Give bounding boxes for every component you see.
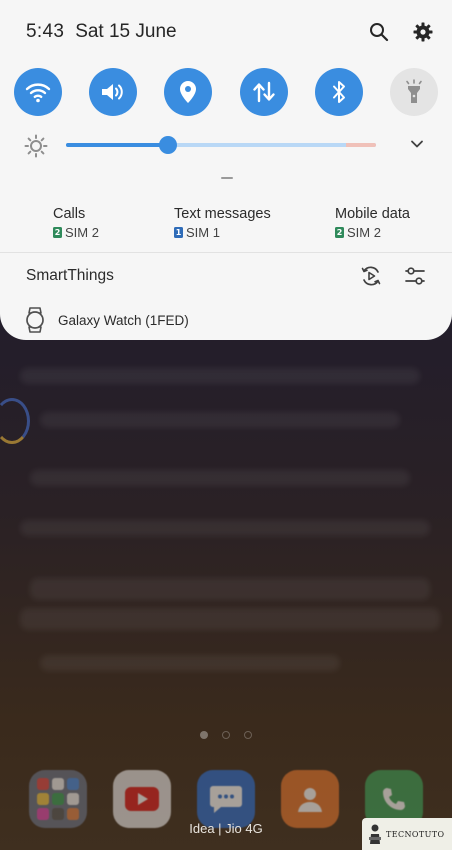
youtube-play-icon (125, 787, 159, 811)
blurred-widget-line (20, 368, 420, 384)
watermark-text: TECNOTUTO (386, 829, 445, 839)
blurred-widget-line (20, 608, 440, 630)
settings-button[interactable] (412, 21, 434, 43)
contacts-app-icon[interactable] (281, 770, 339, 828)
edge-panel-handle (0, 398, 30, 444)
calls-title: Calls (53, 206, 86, 222)
scene-play-icon (361, 266, 381, 286)
search-icon (370, 23, 389, 42)
mobile-data-title: Mobile data (335, 206, 410, 222)
gear-icon (413, 22, 433, 42)
sim-manager-row: Calls 2 SIM 2 Text messages 1 SIM 1 Mobi… (0, 206, 452, 246)
panel-expand-handle[interactable] (221, 177, 233, 179)
watch-icon (26, 307, 44, 333)
folder-app-icon[interactable] (29, 770, 87, 828)
sliders-icon (405, 267, 425, 285)
calls-sim: 2 SIM 2 (53, 225, 99, 240)
brightness-sun-icon (24, 134, 48, 158)
messages-app-icon[interactable] (197, 770, 255, 828)
text-messages-sim-label: SIM 1 (186, 225, 220, 240)
wifi-icon (25, 83, 51, 103)
smartthings-settings-button[interactable] (404, 265, 426, 287)
smartthings-scenes-button[interactable] (360, 265, 382, 287)
flashlight-icon (406, 79, 422, 103)
header-actions (368, 21, 434, 43)
text-messages-title: Text messages (174, 206, 271, 222)
wifi-toggle[interactable] (14, 68, 62, 116)
page-indicator (0, 731, 452, 739)
chevron-down-icon (411, 140, 423, 148)
calls-sim-label: SIM 2 (65, 225, 99, 240)
sim-card-icon: 2 (335, 227, 344, 238)
brightness-slider[interactable] (66, 136, 376, 154)
date[interactable]: Sat 15 June (75, 21, 176, 43)
data-arrows-icon (252, 81, 275, 103)
phone-handset-icon (383, 788, 405, 810)
smartthings-label: SmartThings (26, 267, 114, 284)
status-header: 5:43 Sat 15 June (26, 18, 434, 46)
quick-panel: 5:43 Sat 15 June Calls 2 SIM 2 Text mess… (0, 0, 452, 340)
quick-toggles (14, 68, 438, 116)
page-dot (200, 731, 208, 739)
location-toggle[interactable] (164, 68, 213, 116)
brightness-control (24, 133, 426, 158)
sim-card-icon: 2 (53, 227, 62, 238)
volume-icon (102, 84, 123, 100)
text-messages-sim: 1 SIM 1 (174, 225, 271, 240)
bluetooth-toggle[interactable] (314, 68, 363, 116)
bluetooth-icon (332, 81, 345, 103)
page-dot (244, 731, 252, 739)
sim-card-icon: 1 (174, 227, 183, 238)
text-messages-sim-setting[interactable]: Text messages 1 SIM 1 (174, 206, 271, 240)
brightness-slider-thumb[interactable] (159, 136, 178, 154)
calls-sim-setting[interactable]: Calls 2 SIM 2 (53, 206, 99, 240)
brightness-slider-warm-end (346, 143, 376, 147)
watermark-figure-icon (369, 824, 381, 844)
clock: 5:43 (26, 21, 65, 42)
brightness-slider-fill (66, 143, 169, 147)
blurred-widget-line (40, 412, 400, 428)
blurred-widget-line (30, 470, 410, 486)
mobile-data-sim-label: SIM 2 (347, 225, 381, 240)
blurred-widget-line (40, 655, 340, 671)
flashlight-toggle[interactable] (389, 68, 438, 116)
device-item[interactable]: Galaxy Watch (1FED) (24, 305, 424, 335)
search-button[interactable] (368, 21, 390, 43)
blurred-widget-line (30, 578, 430, 600)
mobile-data-sim: 2 SIM 2 (335, 225, 410, 240)
chat-bubble-icon (210, 786, 242, 813)
page-dot (222, 731, 230, 739)
device-name: Galaxy Watch (1FED) (58, 312, 189, 328)
blurred-widget-line (20, 520, 430, 536)
divider (0, 252, 452, 253)
watermark-logo: TECNOTUTO (362, 818, 452, 850)
mobile-data-sim-setting[interactable]: Mobile data 2 SIM 2 (335, 206, 410, 240)
mobile-data-toggle[interactable] (239, 68, 288, 116)
smartthings-header: SmartThings (26, 263, 426, 289)
expand-brightness-button[interactable] (408, 135, 426, 158)
youtube-app-icon[interactable] (113, 770, 171, 828)
location-pin-icon (180, 81, 197, 103)
sound-toggle[interactable] (89, 68, 138, 116)
person-icon (298, 788, 322, 812)
smartthings-actions (360, 265, 426, 287)
